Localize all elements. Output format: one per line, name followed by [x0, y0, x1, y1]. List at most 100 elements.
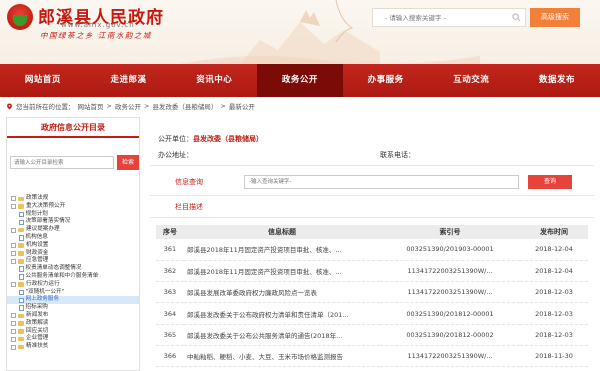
expand-icon[interactable]	[11, 196, 16, 202]
results-table-wrap: 序号 信息标题 索引号 发布时间 361 郎溪县2018年11月固定资产投资项目审…	[156, 225, 594, 368]
row-title-link[interactable]: 中籼籼稻、粳稻、小麦、大豆、玉米市场价格监测报告	[184, 345, 380, 368]
row-date: 2018-12-03	[520, 281, 588, 304]
site-search-box	[372, 8, 526, 27]
row-index-number: 003251390/201903-00001	[380, 239, 520, 261]
breadcrumb-link-home[interactable]: 网站首页	[78, 101, 104, 111]
folder-icon	[18, 243, 24, 248]
tree-item[interactable]: 机构设置	[7, 242, 139, 250]
breadcrumb: 您当前所在的位置： 网站首页 > 政务公开 > 县发改委（县粮储局） > 最新公…	[6, 101, 255, 111]
tree-item[interactable]: 重大决策预公开	[7, 203, 139, 211]
table-row[interactable]: 361 郎溪县2018年11月固定资产投资项目审批、核准、... 003251390…	[156, 239, 588, 261]
phone-label: 联系电话：	[380, 151, 415, 159]
government-logo[interactable]	[7, 4, 33, 30]
tree-item[interactable]: 精准扶贫	[7, 343, 139, 351]
folder-icon	[18, 251, 24, 256]
nav-item-interaction[interactable]: 互动交流	[428, 64, 514, 97]
nav-item-data[interactable]: 数据发布	[514, 64, 600, 97]
tree-item[interactable]: 网上政务服务	[7, 296, 139, 305]
tree-item[interactable]: 行政权力运行	[7, 281, 139, 289]
collapse-icon[interactable]	[11, 204, 16, 210]
row-title-link[interactable]: 郎溪县发改委关于公布政府权力清单和责任清单（201...	[184, 302, 380, 325]
row-title-link[interactable]: 郎溪县发展改革委政府权力廉政风险点一览表	[184, 281, 380, 304]
row-number: 366	[156, 345, 184, 368]
divider	[150, 195, 594, 196]
row-index-number: 003251390/201812-00002	[380, 324, 520, 346]
document-icon	[19, 266, 24, 272]
expand-icon[interactable]	[11, 336, 16, 342]
table-row[interactable]: 363 郎溪县发展改革委政府权力廉政风险点一览表 11341722003251390…	[156, 281, 588, 304]
tree-item[interactable]: 招标采购	[7, 304, 139, 312]
table-row[interactable]: 365 郎溪县发改委关于公布公共服务清单的通告(2018年... 003251390…	[156, 324, 588, 346]
sidebar: 政府信息公开目录 检索 政策法规重大决策预公开规划计划决策部署落实情况建议提案办…	[6, 117, 140, 371]
tree-item-label: 招标采购	[25, 304, 48, 311]
site-search-input[interactable]	[373, 9, 513, 26]
folder-icon	[18, 344, 24, 350]
breadcrumb-link-affairs[interactable]: 政务公开	[115, 101, 141, 111]
row-number: 364	[156, 302, 184, 325]
tree-item[interactable]: 应急管理	[7, 257, 139, 265]
folder-icon	[18, 259, 24, 264]
expand-icon[interactable]	[11, 321, 16, 327]
folder-icon	[18, 204, 24, 209]
tree-item[interactable]: 权责清单动态调整情况	[7, 265, 139, 273]
query-button[interactable]: 查询	[528, 175, 572, 189]
column-description-label: 栏目描述	[175, 203, 203, 211]
row-title-link[interactable]: 郎溪县2018年11月固定资产投资项目审批、核准、...	[184, 260, 380, 283]
table-row[interactable]: 362 郎溪县2018年11月固定资产投资项目审批、核准、... 113417220…	[156, 260, 588, 283]
tree-item-label: 精准扶贫	[26, 343, 49, 350]
main-navigation: 网站首页 走进郎溪 资讯中心 政务公开 办事服务 互动交流 数据发布	[0, 64, 600, 97]
row-date: 2018-12-03	[520, 324, 588, 346]
column-header-number: 序号	[156, 225, 184, 239]
tree-item[interactable]: 政策法规	[7, 195, 139, 203]
tree-item[interactable]: 新闻发布	[7, 312, 139, 320]
divider	[150, 165, 594, 166]
row-title-link[interactable]: 郎溪县发改委关于公布公共服务清单的通告(2018年...	[184, 324, 380, 346]
directory-tree: 政策法规 重大决策预公开 规划计划 决策部署落实情况 建议提案办理 机构信息 机构设置 财政资…	[7, 195, 139, 351]
folder-icon	[18, 336, 24, 342]
tree-item[interactable]: 建议提案办理	[7, 226, 139, 234]
expand-icon[interactable]	[11, 328, 16, 334]
document-icon	[19, 305, 24, 311]
tree-item[interactable]: 政策解读	[7, 320, 139, 328]
row-number: 361	[156, 239, 184, 261]
row-title-link[interactable]: 郎溪县2018年11月固定资产投资项目审批、核准、...	[184, 239, 380, 261]
nav-item-services[interactable]: 办事服务	[343, 64, 429, 97]
row-number: 362	[156, 260, 184, 283]
folder-icon	[18, 196, 24, 202]
breadcrumb-link-department[interactable]: 县发改委（县粮储局）	[152, 101, 217, 111]
folder-icon	[18, 321, 24, 326]
tree-item-label: 机构设置	[26, 241, 49, 248]
tree-item[interactable]: 机构信息	[7, 234, 139, 242]
document-icon	[19, 235, 24, 241]
collapse-icon[interactable]	[11, 282, 16, 288]
sidebar-title: 政府信息公开目录	[7, 118, 139, 138]
tree-item-label: 公共服务清单和中介服务清单	[25, 272, 99, 279]
tree-item-label: 企业管理	[26, 335, 49, 342]
expand-icon[interactable]	[11, 313, 16, 319]
sidebar-search-input[interactable]	[11, 157, 113, 168]
nav-item-news[interactable]: 资讯中心	[171, 64, 257, 97]
search-icon[interactable]	[512, 13, 521, 22]
table-row[interactable]: 366 中籼籼稻、粳稻、小麦、大豆、玉米市场价格监测报告 1134172200325…	[156, 345, 588, 368]
tree-item-label: 新闻发布	[26, 311, 49, 318]
unit-info: 公开单位：县发改委（县粮储局）	[158, 134, 263, 144]
expand-icon[interactable]	[11, 243, 16, 249]
expand-icon[interactable]	[11, 344, 16, 350]
collapse-icon[interactable]	[11, 258, 16, 264]
nav-item-home[interactable]: 网站首页	[0, 64, 86, 97]
tree-item[interactable]: 公共服务清单和中介服务清单	[7, 273, 139, 281]
row-index-number: 11341722003251390W/...	[380, 260, 520, 283]
sidebar-search-button[interactable]: 检索	[117, 155, 139, 170]
expand-icon[interactable]	[11, 227, 16, 233]
nav-item-government-affairs[interactable]: 政务公开	[257, 64, 343, 97]
tree-item[interactable]: 企业管理	[7, 335, 139, 343]
query-input[interactable]	[245, 176, 518, 188]
breadcrumb-link-latest[interactable]: 最新公开	[229, 101, 255, 111]
nav-item-about[interactable]: 走进郎溪	[86, 64, 172, 97]
table-row[interactable]: 364 郎溪县发改委关于公布政府权力清单和责任清单（201... 003251390…	[156, 302, 588, 325]
expand-icon[interactable]	[11, 250, 16, 256]
office-info: 办公地址：	[158, 150, 193, 160]
advanced-search-button[interactable]: 高级搜索	[530, 8, 580, 27]
row-date: 2018-12-03	[520, 302, 588, 325]
row-date: 2018-12-04	[520, 239, 588, 261]
